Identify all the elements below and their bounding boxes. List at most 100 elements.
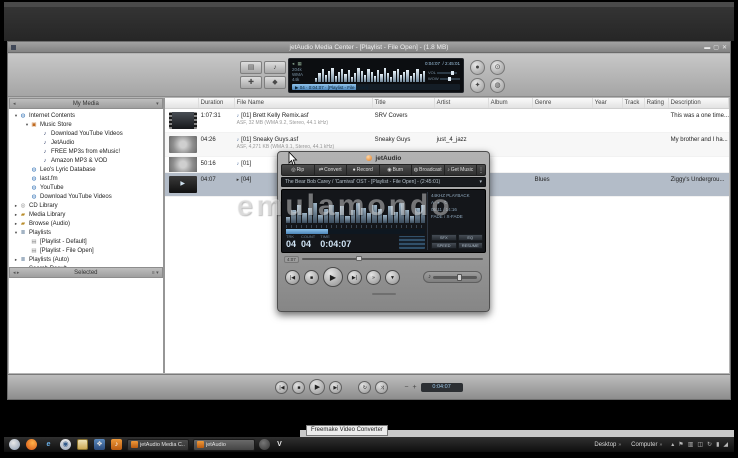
volume-icon[interactable]: ◢ — [723, 441, 728, 448]
v-logo-icon[interactable]: V — [274, 439, 285, 450]
prev-button[interactable]: |◀ — [275, 381, 288, 394]
sync-icon[interactable]: ↻ — [707, 441, 712, 448]
mic-button[interactable]: ◆ — [264, 76, 286, 89]
internet-explorer-icon[interactable]: e — [43, 439, 54, 450]
taskbar-button-jetaudio-media-c[interactable]: jetAudio Media C... — [127, 439, 189, 451]
more-menu-icon[interactable]: ⋮ — [477, 167, 485, 174]
seek-slider[interactable] — [302, 258, 483, 260]
get-music-button[interactable]: ♪Get Music — [445, 165, 478, 175]
tree-item-last-fm[interactable]: ◍last.fm — [9, 174, 163, 183]
close-icon[interactable]: ✕ — [722, 45, 727, 51]
taskbar-button-jetaudio[interactable]: jetAudio — [193, 439, 255, 451]
tree-item-browse-audio[interactable]: ▸▰Browse (Audio) — [9, 219, 163, 228]
player-play-button[interactable]: ▶ — [323, 267, 343, 287]
forward-icon[interactable]: ▾ — [156, 99, 159, 109]
title-bar[interactable]: jetAudio Media Center - [Playlist - File… — [8, 42, 730, 53]
battery-icon[interactable]: ▮ — [716, 441, 719, 448]
tree-item-playlists-auto[interactable]: ▸≣Playlists (Auto) — [9, 255, 163, 264]
tree-item-amazon-mp3-vod[interactable]: ♪Amazon MP3 & VOD — [9, 156, 163, 165]
column-header-file-name[interactable]: File Name — [235, 98, 373, 108]
volume-slider[interactable] — [437, 72, 457, 74]
shuffle-button[interactable]: ⤨ — [375, 381, 388, 394]
player-skip-button[interactable]: » — [366, 270, 381, 285]
globe-icon[interactable] — [259, 439, 270, 450]
eq-button[interactable]: EQ — [458, 234, 484, 241]
tree-item-music-store[interactable]: ▾▣Music Store — [9, 120, 163, 129]
column-header-artist[interactable]: Artist — [435, 98, 489, 108]
minimize-icon[interactable]: ▬ — [704, 45, 710, 51]
player-volume-control[interactable]: ♪ — [423, 271, 482, 283]
player-title-bar[interactable]: jetAudio — [281, 153, 486, 164]
tree-item-jetaudio[interactable]: ♪JetAudio — [9, 138, 163, 147]
tree-item-leo-s-lyric-database[interactable]: ◍Leo's Lyric Database — [9, 165, 163, 174]
sfx-button[interactable]: SFX — [431, 234, 457, 241]
column-header-title[interactable]: Title — [373, 98, 435, 108]
column-header-duration[interactable]: Duration — [199, 98, 235, 108]
media-button[interactable]: ▤ — [240, 61, 262, 74]
record-round-button[interactable]: ● — [470, 60, 485, 75]
desktop-toolbar[interactable]: Desktop» — [594, 442, 621, 448]
player-progress-bar[interactable] — [286, 229, 425, 234]
tree-item-youtube[interactable]: ◍YouTube — [9, 183, 163, 192]
lcd-progress-bar[interactable]: ▶ 04 · 0:04:07 · [Playlist - File Open] — [292, 84, 460, 90]
broadcast-button[interactable]: ◍Broadcast — [412, 165, 445, 175]
tree-item-playlist-file-open[interactable]: ▤[Playlist - File Open] — [9, 246, 163, 255]
selected-left-icon[interactable]: ◂ ▸ — [13, 268, 19, 278]
hidden-icons-icon[interactable]: ▴ — [671, 441, 674, 448]
player-next-button[interactable]: ▶| — [347, 270, 362, 285]
power-round-button[interactable]: ⊙ — [490, 60, 505, 75]
tree-item-free-mp3s-from-emusic[interactable]: ♪FREE MP3s from eMusic! — [9, 147, 163, 156]
tree-item-download-youtube-videos[interactable]: ♪Download YouTube Videos — [9, 129, 163, 138]
tree-item-media-library[interactable]: ▸▰Media Library — [9, 210, 163, 219]
start-icon[interactable] — [9, 439, 20, 450]
tree-item-playlists[interactable]: ▾≣Playlists — [9, 228, 163, 237]
visual-round-button[interactable]: ✦ — [470, 78, 485, 93]
selected-right-icon[interactable]: ≡ ▾ — [152, 268, 159, 278]
computer-toolbar[interactable]: Computer» — [631, 442, 662, 448]
player-stop-button[interactable]: ■ — [304, 270, 319, 285]
column-header-genre[interactable]: Genre — [533, 98, 593, 108]
network-icon[interactable]: ▥ — [688, 441, 694, 448]
player-resize-grip[interactable] — [281, 292, 486, 296]
speed-button[interactable]: SPEED — [431, 242, 457, 249]
volume-plus-button[interactable]: + — [413, 384, 417, 391]
column-header-track[interactable]: Track — [623, 98, 645, 108]
play-button[interactable]: ▶ — [309, 379, 325, 395]
tree-item-internet-contents[interactable]: ▾◍Internet Contents — [9, 111, 163, 120]
next-button[interactable]: ▶| — [329, 381, 342, 394]
repeat-button[interactable]: ↻ — [358, 381, 371, 394]
monitor-icon[interactable]: ◫ — [697, 441, 703, 448]
effects-button[interactable]: ♪ — [264, 61, 286, 74]
tree-item-download-youtube-videos[interactable]: ◍Download YouTube Videos — [9, 192, 163, 201]
volume-minus-button[interactable]: − — [404, 384, 408, 391]
list-header-row[interactable]: DurationFile NameTitleArtistAlbumGenreYe… — [165, 98, 729, 109]
flag-icon[interactable]: ⚑ — [678, 441, 683, 448]
convert-button[interactable]: ⇄Convert — [315, 165, 348, 175]
column-header-thumbnail[interactable] — [165, 98, 199, 108]
back-icon[interactable]: ◂ — [13, 99, 16, 109]
firefox-icon[interactable] — [26, 439, 37, 450]
wow-slider[interactable] — [440, 78, 460, 80]
tools-button[interactable]: ✚ — [240, 76, 262, 89]
record-button[interactable]: ●Record — [347, 165, 380, 175]
player-volume-slider[interactable] — [433, 276, 477, 279]
player-minimize-button[interactable]: ▼ — [385, 270, 400, 285]
tree-item-playlist-default[interactable]: ▤[Playlist - Default] — [9, 237, 163, 246]
folder-icon[interactable] — [77, 439, 88, 450]
tree-item-cd-library[interactable]: ▸◎CD Library — [9, 201, 163, 210]
column-header-rating[interactable]: Rating — [645, 98, 669, 108]
eject-round-button[interactable]: ◍ — [490, 78, 505, 93]
resume-button[interactable]: RESUME — [458, 242, 484, 249]
rip-button[interactable]: ◎Rip — [282, 165, 315, 175]
maximize-icon[interactable]: ▢ — [713, 45, 719, 51]
media-player-icon[interactable]: ◉ — [60, 439, 71, 450]
stop-button[interactable]: ■ — [292, 381, 305, 394]
jetaudio-icon[interactable]: ♪ — [111, 439, 122, 450]
playlist-selector[interactable]: The Bear Bob Carey / 'Carnival' OST - [P… — [281, 177, 486, 187]
burn-button[interactable]: ◉Burn — [380, 165, 413, 175]
selected-header[interactable]: ◂ ▸ Selected ≡ ▾ — [9, 267, 163, 278]
remote-desktop-icon[interactable]: ❖ — [94, 439, 105, 450]
my-media-header[interactable]: ◂ My Media ▾ — [9, 98, 163, 109]
table-row[interactable]: 1:07:31♪[01] Brett Kelly Remix.asfASF, 3… — [165, 109, 729, 133]
column-header-year[interactable]: Year — [593, 98, 623, 108]
